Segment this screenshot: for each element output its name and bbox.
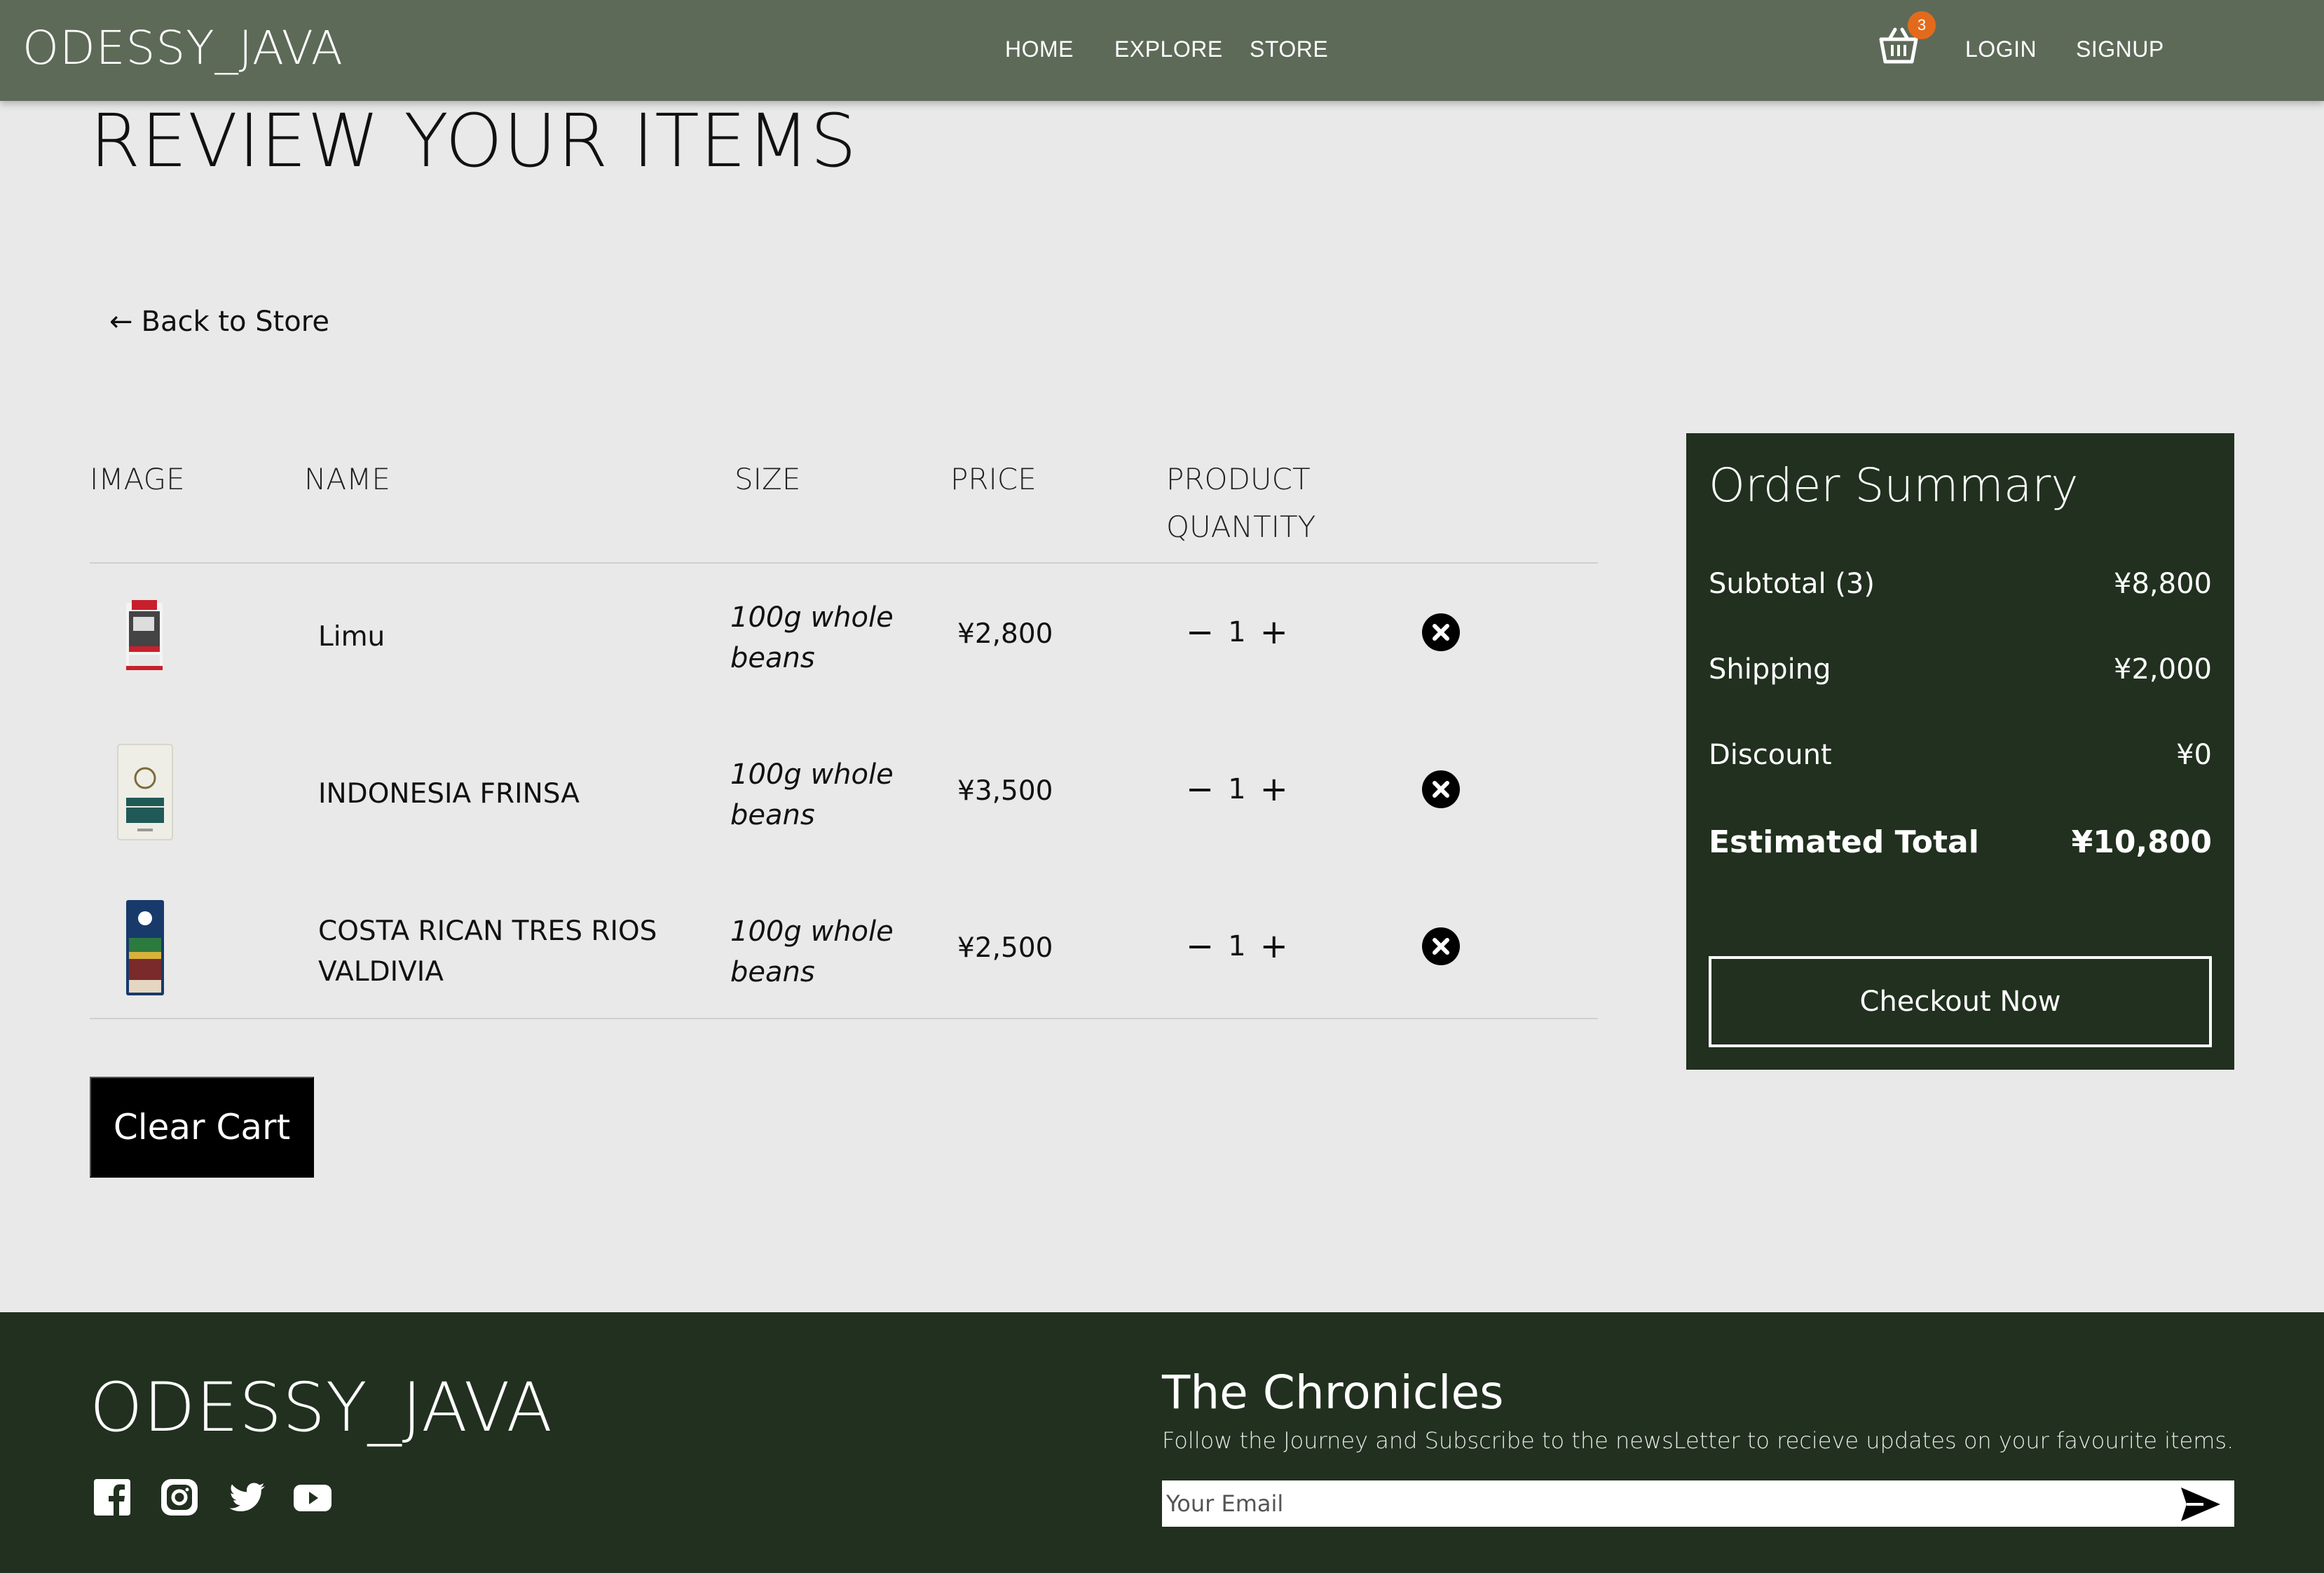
remove-item-icon[interactable] <box>1421 613 1461 652</box>
product-name: INDONESIA FRINSA <box>318 778 580 810</box>
quantity-value: 1 <box>1228 616 1246 648</box>
facebook-icon[interactable] <box>93 1478 132 1517</box>
table-divider-bottom <box>90 1018 1598 1019</box>
chronicles-description: Follow the Journey and Subscribe to the … <box>1162 1427 2234 1454</box>
shipping-label: Shipping <box>1709 653 1831 686</box>
signup-link[interactable]: SIGNUP <box>2076 36 2164 62</box>
shipping-value: ¥2,000 <box>2114 653 2212 686</box>
twitter-icon[interactable] <box>227 1478 266 1517</box>
clear-cart-button[interactable]: Clear Cart <box>90 1077 314 1178</box>
header-quantity-line1: PRODUCT <box>1166 462 1311 496</box>
product-size: 100g whole beans <box>730 754 912 836</box>
page-title: REVIEW YOUR ITEMS <box>90 98 858 184</box>
subtotal-row: Subtotal (3) ¥8,800 <box>1709 568 2212 600</box>
footer-brand: ODESSY_JAVA <box>90 1368 554 1447</box>
header-quantity-line2: QUANTITY <box>1166 510 1316 544</box>
product-price: ¥2,500 <box>957 932 1053 964</box>
product-price: ¥3,500 <box>957 775 1053 807</box>
cart-count-badge: 3 <box>1908 11 1936 39</box>
product-size-line1: 100g whole <box>730 601 894 634</box>
product-name: Limu <box>318 621 385 653</box>
nav-explore[interactable]: EXPLORE <box>1114 36 1223 62</box>
discount-value: ¥0 <box>2176 739 2212 771</box>
remove-item-icon[interactable] <box>1421 927 1461 966</box>
header-price: PRICE <box>950 462 1037 496</box>
back-to-store-link[interactable]: ← Back to Store <box>109 306 329 338</box>
discount-label: Discount <box>1709 739 1832 771</box>
brand-logo[interactable]: ODESSY_JAVA <box>22 21 343 75</box>
subtotal-value: ¥8,800 <box>2114 568 2212 600</box>
remove-item-icon[interactable] <box>1421 770 1461 809</box>
product-name-line2: VALDIVIA <box>318 956 444 988</box>
newsletter-email-input[interactable] <box>1162 1480 2234 1527</box>
nav-store[interactable]: STORE <box>1250 36 1328 62</box>
estimated-total-value: ¥10,800 <box>2071 824 2212 860</box>
checkout-now-button[interactable]: Checkout Now <box>1709 956 2212 1047</box>
nav-home[interactable]: HOME <box>1005 36 1074 62</box>
product-size: 100g whole beans <box>730 597 912 679</box>
header-size: SIZE <box>734 462 801 496</box>
increase-quantity-button[interactable]: + <box>1260 929 1288 963</box>
product-name-line1: COSTA RICAN TRES RIOS <box>318 915 657 947</box>
header-quantity: PRODUCT QUANTITY <box>1166 456 1315 551</box>
shipping-row: Shipping ¥2,000 <box>1709 653 2212 686</box>
order-summary-title: Order Summary <box>1709 458 2079 512</box>
product-size-line1: 100g whole <box>730 758 894 791</box>
product-size-line1: 100g whole <box>730 915 894 948</box>
decrease-quantity-button[interactable]: − <box>1186 772 1214 806</box>
back-arrow-icon: ← <box>109 306 133 338</box>
instagram-icon[interactable] <box>160 1478 199 1517</box>
product-image-indonesia-frinsa[interactable] <box>116 743 174 841</box>
decrease-quantity-button[interactable]: − <box>1186 929 1214 963</box>
quantity-value: 1 <box>1228 930 1246 962</box>
product-name: COSTA RICAN TRES RIOS VALDIVIA <box>318 911 657 993</box>
table-row: INDONESIA FRINSA 100g whole beans ¥3,500… <box>90 722 1598 879</box>
product-size-line2: beans <box>730 642 815 674</box>
table-row: COSTA RICAN TRES RIOS VALDIVIA 100g whol… <box>90 879 1598 1036</box>
table-row: Limu 100g whole beans ¥2,800 − 1 + <box>90 565 1598 722</box>
back-to-store-label: Back to Store <box>141 306 329 338</box>
estimated-total-label: Estimated Total <box>1709 824 1979 860</box>
subtotal-label: Subtotal (3) <box>1709 568 1875 600</box>
quantity-value: 1 <box>1228 773 1246 805</box>
header-name: NAME <box>304 462 390 496</box>
quantity-stepper: − 1 + <box>1186 929 1288 963</box>
quantity-stepper: − 1 + <box>1186 772 1288 806</box>
youtube-icon[interactable] <box>293 1478 332 1517</box>
decrease-quantity-button[interactable]: − <box>1186 615 1214 649</box>
product-image-costa-rican-tres-rios[interactable] <box>125 899 165 997</box>
product-size-line2: beans <box>730 956 815 988</box>
send-icon[interactable] <box>2180 1486 2222 1523</box>
order-summary: Order Summary Subtotal (3) ¥8,800 Shippi… <box>1686 433 2234 1070</box>
footer: ODESSY_JAVA The Chronicles Follow the Jo… <box>0 1312 2324 1573</box>
login-link[interactable]: LOGIN <box>1965 36 2037 62</box>
header-image: IMAGE <box>90 462 185 496</box>
estimated-total-row: Estimated Total ¥10,800 <box>1709 824 2212 860</box>
quantity-stepper: − 1 + <box>1186 615 1288 649</box>
navbar: ODESSY_JAVA HOME EXPLORE STORE 3 LOGIN S… <box>0 0 2324 101</box>
increase-quantity-button[interactable]: + <box>1260 615 1288 649</box>
discount-row: Discount ¥0 <box>1709 739 2212 771</box>
product-image-limu[interactable] <box>125 600 164 673</box>
product-size: 100g whole beans <box>730 911 912 993</box>
table-divider-top <box>90 562 1598 564</box>
chronicles-title: The Chronicles <box>1162 1366 1504 1419</box>
increase-quantity-button[interactable]: + <box>1260 772 1288 806</box>
product-size-line2: beans <box>730 799 815 831</box>
product-price: ¥2,800 <box>957 618 1053 650</box>
